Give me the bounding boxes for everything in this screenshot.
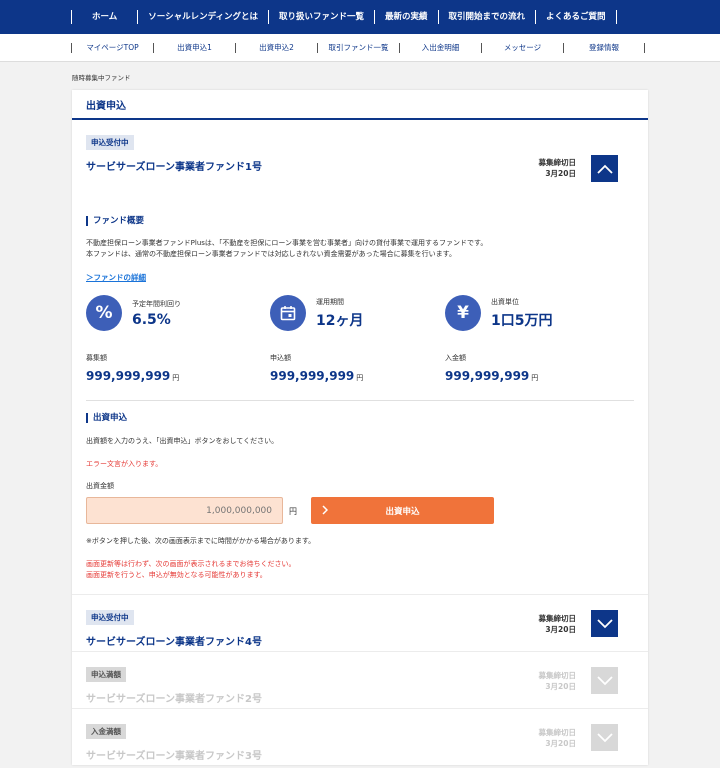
stat-label: 運用期間	[316, 297, 344, 306]
top-nav-home[interactable]: ホーム	[71, 10, 137, 24]
calendar-icon	[270, 295, 306, 331]
divider	[86, 400, 634, 401]
fund-name: サービサーズローン事業者ファンド2号	[86, 694, 262, 705]
deadline-date: 3月20日	[545, 169, 576, 178]
fund-card: 出資申込 申込受付中 サービサーズローン事業者ファンド1号 募集締切日 3月20…	[72, 90, 648, 765]
sub-nav-profile[interactable]: 登録情報	[563, 42, 645, 53]
amount-unit: 円	[289, 507, 297, 516]
sub-nav-statement[interactable]: 入出金明細	[399, 42, 481, 53]
sub-nav-message[interactable]: メッセージ	[481, 42, 563, 53]
investment-amount-input[interactable]	[86, 497, 283, 524]
amount-unit: 円	[172, 374, 180, 382]
amount-label: 申込額	[270, 354, 291, 362]
overview-line-1: 不動産担保ローン事業者ファンドPlusは、「不動産を担保にローン事業を営む事業者…	[86, 239, 488, 247]
overview-line-2: 本ファンドは、通常の不動産担保ローン事業者ファンドでは対応しきれない資金需要があ…	[86, 250, 456, 258]
apply-title: 出資申込	[86, 413, 127, 423]
deadline: 募集締切日 3月20日	[539, 670, 577, 692]
warning-line-1: 画面更新等は行わず、次の画面が表示されるまでお待ちください。	[86, 560, 296, 568]
deadline-label: 募集締切日	[538, 614, 577, 623]
top-nav-funds[interactable]: 取り扱いファンド一覧	[268, 10, 374, 24]
collapse-button[interactable]	[591, 155, 618, 182]
stat-label: 予定年間利回り	[132, 299, 181, 308]
expand-button[interactable]	[591, 610, 618, 637]
amount-value: 999,999,999	[270, 369, 355, 383]
apply-instruction: 出資額を入力のうえ、「出資申込」ボタンをおしてください。	[86, 437, 279, 445]
top-nav-about[interactable]: ソーシャルレンディングとは	[137, 10, 268, 24]
sub-nav-fund-list[interactable]: 取引ファンド一覧	[317, 42, 399, 53]
amount-label: 募集額	[86, 354, 107, 362]
amount-field-label: 出資金額	[86, 482, 114, 490]
expand-button[interactable]	[591, 724, 618, 751]
top-nav-results[interactable]: 最新の実績	[374, 10, 438, 24]
breadcrumb: 随時募集中ファンド	[72, 74, 131, 82]
deadline: 募集締切日 3月20日	[539, 613, 577, 635]
chevron-right-icon	[322, 505, 328, 515]
amount-applied: 申込額 999,999,999 円	[270, 353, 363, 383]
stat-yield: % 予定年間利回り 6.5%	[86, 295, 181, 331]
fund-item[interactable]: 申込満額 サービサーズローン事業者ファンド2号 募集締切日 3月20日	[72, 651, 648, 708]
status-badge: 入金満額	[86, 724, 126, 739]
amount-recruit: 募集額 999,999,999 円	[86, 353, 179, 383]
stat-label: 出資単位	[491, 297, 519, 306]
amount-deposited: 入金額 999,999,999 円	[445, 353, 538, 383]
amount-value: 999,999,999	[445, 369, 530, 383]
stat-unit: ¥ 出資単位 1口5万円	[445, 295, 552, 331]
chevron-down-icon	[596, 618, 613, 628]
yen-icon: ¥	[445, 295, 481, 331]
status-badge: 申込受付中	[86, 135, 134, 150]
amount-unit: 円	[531, 374, 539, 382]
fund-item[interactable]: 申込受付中 サービサーズローン事業者ファンド4号 募集締切日 3月20日	[72, 594, 648, 651]
warning-line-2: 画面更新を行うと、申込が無効となる可能性があります。	[86, 571, 267, 579]
error-message: エラー文言が入ります。	[86, 460, 163, 468]
chevron-down-icon	[596, 732, 613, 742]
expand-button[interactable]	[591, 667, 618, 694]
stat-period: 運用期間 12ヶ月	[270, 295, 363, 331]
sub-nav-mypage[interactable]: マイページTOP	[71, 42, 153, 53]
amount-value: 999,999,999	[86, 369, 171, 383]
status-badge: 申込満額	[86, 667, 126, 682]
sub-nav-apply1[interactable]: 出資申込1	[153, 42, 235, 53]
sub-nav: マイページTOP 出資申込1 出資申込2 取引ファンド一覧 入出金明細 メッセー…	[0, 34, 720, 62]
top-nav: ホーム ソーシャルレンディングとは 取り扱いファンド一覧 最新の実績 取引開始ま…	[0, 0, 720, 34]
fund-item-open: 申込受付中 サービサーズローン事業者ファンド1号 募集締切日 3月20日 ファン…	[72, 120, 648, 579]
overview-title: ファンド概要	[86, 216, 144, 226]
deadline-date: 3月20日	[545, 739, 576, 748]
chevron-up-icon	[596, 164, 613, 174]
fund-detail-link[interactable]: ＞ファンドの詳細	[86, 272, 146, 283]
deadline: 募集締切日 3月20日	[539, 157, 577, 179]
status-badge: 申込受付中	[86, 610, 134, 625]
note-text: ※ボタンを押した後、次の画面表示までに時間がかかる場合があります。	[86, 537, 316, 545]
amount-unit: 円	[356, 374, 364, 382]
chevron-down-icon	[596, 675, 613, 685]
stat-value: 6.5%	[132, 311, 171, 328]
fund-name: サービサーズローン事業者ファンド3号	[86, 751, 262, 762]
deadline-label: 募集締切日	[538, 671, 577, 680]
percent-icon: %	[86, 295, 122, 331]
deadline-date: 3月20日	[545, 625, 576, 634]
deadline-label: 募集締切日	[538, 728, 577, 737]
deadline-date: 3月20日	[545, 682, 576, 691]
top-nav-faq[interactable]: よくあるご質問	[535, 10, 617, 24]
amount-label: 入金額	[445, 354, 466, 362]
card-title: 出資申込	[72, 90, 648, 120]
deadline: 募集締切日 3月20日	[539, 727, 577, 749]
fund-name: サービサーズローン事業者ファンド4号	[86, 637, 262, 648]
submit-button[interactable]: 出資申込	[311, 497, 494, 524]
stat-value: 1口5万円	[491, 312, 553, 329]
top-nav-flow[interactable]: 取引開始までの流れ	[437, 10, 536, 24]
fund-item[interactable]: 入金満額 サービサーズローン事業者ファンド3号 募集締切日 3月20日	[72, 708, 648, 765]
deadline-label: 募集締切日	[538, 158, 577, 167]
sub-nav-apply2[interactable]: 出資申込2	[235, 42, 317, 53]
stat-value: 12ヶ月	[316, 312, 364, 329]
submit-label: 出資申込	[385, 506, 420, 517]
